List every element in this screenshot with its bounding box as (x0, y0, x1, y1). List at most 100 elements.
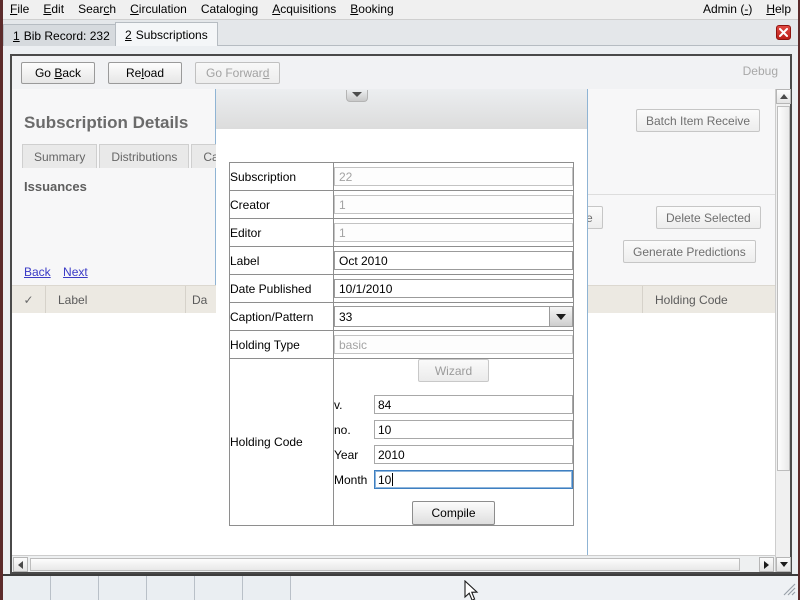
holding-code-label-volume: v. (334, 398, 374, 412)
holding-code-year-field[interactable]: 2010 (374, 445, 573, 464)
panel-divider (588, 194, 775, 195)
window-tab-subscriptions-label: Subscriptions (136, 28, 208, 42)
menu-item-file[interactable]: File (3, 0, 36, 19)
menu-item-booking[interactable]: Booking (343, 0, 400, 19)
menu-item-cataloging[interactable]: Cataloging (194, 0, 265, 19)
status-segment (243, 576, 291, 600)
caption-pattern-selected-value: 33 (334, 306, 549, 327)
horizontal-scrollbar-thumb[interactable] (30, 558, 740, 571)
editor-field[interactable] (334, 223, 573, 242)
resize-grip-icon[interactable] (782, 576, 798, 600)
horizontal-scrollbar[interactable] (12, 555, 775, 572)
holding-code-number-value: 10 (378, 423, 391, 437)
holding-code-label-number: no. (334, 423, 374, 437)
form-row-subscription: Subscription (230, 163, 574, 191)
column-header-check-icon[interactable]: ✓ (12, 286, 46, 314)
delete-selected-button[interactable]: Delete Selected (656, 206, 761, 229)
holding-code-row-year: Year 2010 (334, 445, 573, 464)
status-bar (3, 574, 798, 600)
window-tab-bib-record[interactable]: 1 Bib Record: 232 (3, 24, 120, 46)
close-icon[interactable] (776, 25, 791, 40)
holding-code-month-field[interactable]: 10 (374, 470, 573, 489)
section-heading-issuances: Issuances (24, 179, 87, 194)
caption-pattern-select[interactable]: 33 (334, 306, 573, 327)
generate-predictions-button[interactable]: Generate Predictions (623, 240, 756, 263)
batch-item-receive-button[interactable]: Batch Item Receive (636, 109, 760, 132)
pager-back-link[interactable]: Back (24, 265, 51, 279)
scroll-left-icon[interactable] (13, 557, 28, 572)
holding-code-label-month: Month (334, 473, 374, 487)
menu-item-search[interactable]: Search (71, 0, 123, 19)
scroll-down-icon[interactable] (776, 557, 791, 572)
window-tab-bib-record-label: Bib Record: 232 (24, 29, 110, 43)
form-row-holding-code: Holding Code Wizard v. 84 (230, 359, 574, 526)
form-row-label: Label (230, 247, 574, 275)
reload-button[interactable]: Reload (108, 62, 182, 84)
form-row-creator: Creator (230, 191, 574, 219)
debug-label: Debug (743, 64, 778, 78)
issuance-actions-panel: Batch Item Receive ssuance Delete Select… (587, 89, 775, 572)
holding-code-row-number: no. 10 (334, 420, 573, 439)
form-label-caption-pattern: Caption/Pattern (230, 303, 334, 331)
form-row-holding-type: Holding Type (230, 331, 574, 359)
pager-links: Back Next (24, 265, 97, 279)
window-tab-bib-record-number: 1 (13, 29, 20, 43)
date-published-field[interactable] (334, 279, 573, 298)
embedded-browser-frame: Go Back Reload Go Forward Debug Subscrip… (10, 54, 792, 574)
chevron-down-icon[interactable] (346, 90, 368, 102)
window-tab-subscriptions[interactable]: 2 Subscriptions (115, 22, 218, 46)
menu-item-help[interactable]: Help (759, 0, 798, 19)
subscription-details-sidebar: Subscription Details Summary Distributio… (12, 89, 216, 572)
page-title: Subscription Details (24, 113, 188, 133)
issuance-edit-dialog: Subscription Creator Edito (216, 89, 587, 572)
status-segment (3, 576, 51, 600)
vertical-scrollbar[interactable] (775, 89, 790, 572)
window-frame-left-edge (0, 0, 3, 600)
issuances-table-body (12, 313, 216, 572)
scroll-right-icon[interactable] (759, 557, 774, 572)
page-content: Subscription Details Summary Distributio… (12, 89, 790, 572)
status-segment (195, 576, 243, 600)
holding-code-volume-value: 84 (378, 398, 391, 412)
holding-code-volume-field[interactable]: 84 (374, 395, 573, 414)
form-label-subscription: Subscription (230, 163, 334, 191)
compile-button-row: Compile (334, 501, 573, 525)
go-back-button[interactable]: Go Back (21, 62, 95, 84)
holding-code-number-field[interactable]: 10 (374, 420, 573, 439)
wizard-button-row: Wizard (334, 359, 573, 382)
holding-code-column-header: Holding Code (588, 285, 775, 313)
status-segment (147, 576, 195, 600)
status-segment (99, 576, 147, 600)
scroll-up-icon[interactable] (776, 89, 791, 104)
go-forward-button: Go Forward (195, 62, 280, 84)
holding-code-row-volume: v. 84 (334, 395, 573, 414)
subscription-field[interactable] (334, 167, 573, 186)
form-label-label: Label (230, 247, 334, 275)
pager-next-link[interactable]: Next (63, 265, 88, 279)
column-header-date[interactable]: Da (186, 286, 216, 314)
status-bar-fill (291, 576, 782, 600)
holding-code-label-year: Year (334, 448, 374, 462)
menu-item-admin[interactable]: Admin (-) (696, 0, 759, 19)
form-label-creator: Creator (230, 191, 334, 219)
column-header-holding-code[interactable]: Holding Code (643, 293, 728, 307)
creator-field[interactable] (334, 195, 573, 214)
compile-button[interactable]: Compile (412, 501, 494, 525)
tab-distributions[interactable]: Distributions (99, 144, 189, 168)
application-window: File Edit Search Circulation Cataloging … (0, 0, 800, 600)
tab-summary[interactable]: Summary (22, 144, 97, 168)
status-segment (51, 576, 99, 600)
vertical-scrollbar-thumb[interactable] (777, 106, 790, 471)
dialog-header-strip (216, 89, 587, 129)
menu-item-circulation[interactable]: Circulation (123, 0, 194, 19)
edit-issuance-button[interactable]: ssuance (587, 206, 603, 229)
menu-item-acquisitions[interactable]: Acquisitions (265, 0, 343, 19)
label-field[interactable] (334, 251, 573, 270)
menu-bar: File Edit Search Circulation Cataloging … (3, 0, 798, 20)
menu-item-edit[interactable]: Edit (36, 0, 71, 19)
column-header-label[interactable]: Label (46, 286, 186, 314)
wizard-button: Wizard (418, 359, 489, 382)
window-tab-strip: 1 Bib Record: 232 2 Subscriptions (3, 20, 798, 46)
holding-type-field[interactable] (334, 335, 573, 354)
chevron-down-icon[interactable] (549, 306, 573, 327)
